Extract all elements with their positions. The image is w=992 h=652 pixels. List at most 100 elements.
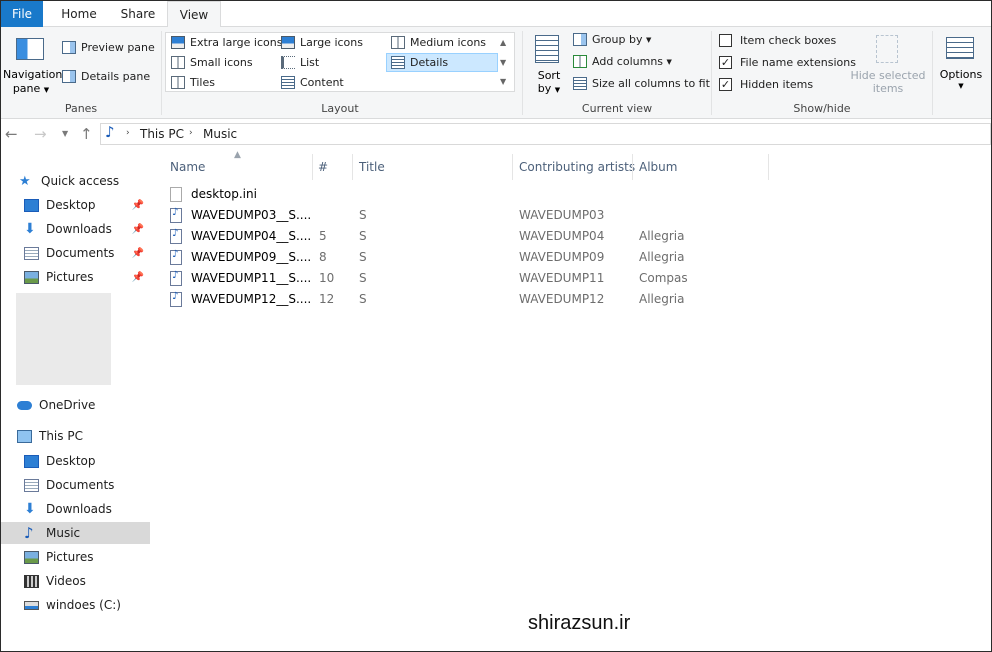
sort-by-label-2: by — [537, 82, 552, 95]
file-artist: WAVEDUMP12 — [519, 292, 605, 306]
sidebar-item-pc-pictures[interactable]: Pictures — [1, 546, 150, 568]
column-header-name[interactable]: Name — [170, 160, 205, 174]
hide-selected-items-button[interactable]: Hide selected items — [850, 33, 926, 95]
column-divider[interactable] — [512, 154, 513, 180]
medium-icons-option[interactable]: Medium icons — [391, 36, 486, 49]
small-icons-option[interactable]: Small icons — [171, 56, 253, 69]
sidebar-item-label: Documents — [46, 478, 115, 492]
back-arrow-icon[interactable]: ← — [5, 125, 18, 143]
content-option[interactable]: Content — [281, 76, 344, 89]
file-row[interactable]: WAVEDUMP12__S.... 12 S WAVEDUMP12 Allegr… — [170, 289, 770, 310]
sidebar-item-documents[interactable]: Documents 📌 — [1, 242, 150, 264]
sidebar-item-pc-drive-c[interactable]: windoes (C:) — [1, 594, 150, 616]
item-check-boxes-checkbox[interactable] — [719, 34, 732, 47]
desktop-icon — [24, 198, 39, 212]
layout-scroll-up-icon[interactable]: ▲ — [500, 38, 506, 47]
small-icons-label: Small icons — [190, 56, 253, 69]
tab-file[interactable]: File — [1, 1, 43, 27]
file-album: Allegria — [639, 229, 685, 243]
column-divider[interactable] — [632, 154, 633, 180]
file-row[interactable]: WAVEDUMP04__S.... 5 S WAVEDUMP04 Allegri… — [170, 226, 770, 247]
sidebar-item-pc-desktop[interactable]: Desktop — [1, 450, 150, 472]
file-row[interactable]: WAVEDUMP09__S.... 8 S WAVEDUMP09 Allegri… — [170, 247, 770, 268]
sidebar-item-onedrive[interactable]: OneDrive — [1, 394, 150, 416]
sidebar-item-downloads[interactable]: ⬇ Downloads 📌 — [1, 218, 150, 240]
add-columns-label: Add columns — [592, 55, 664, 68]
hide-selected-label-2: items — [872, 82, 904, 95]
sidebar-item-desktop[interactable]: Desktop 📌 — [1, 194, 150, 216]
file-name-extensions-toggle[interactable]: ✓ File name extensions — [719, 56, 856, 69]
hidden-items-checkbox[interactable]: ✓ — [719, 78, 732, 91]
navigation-pane: ★ Quick access Desktop 📌 ⬇ Downloads 📌 Docum… — [1, 148, 151, 651]
file-name-extensions-checkbox[interactable]: ✓ — [719, 56, 732, 69]
add-columns-button[interactable]: Add columns ▼ — [573, 55, 672, 68]
documents-icon — [24, 246, 39, 260]
layout-scroll-down-icon[interactable]: ▼ — [500, 58, 506, 67]
file-name: desktop.ini — [191, 187, 257, 201]
group-by-button[interactable]: Group by ▼ — [573, 33, 651, 46]
large-icons-option[interactable]: Large icons — [281, 36, 363, 49]
chevron-down-icon: ▼ — [666, 57, 672, 66]
file-row[interactable]: WAVEDUMP03__S.... S WAVEDUMP03 — [170, 205, 770, 226]
sidebar-item-pc-music[interactable]: ♪ Music — [1, 522, 150, 544]
file-title: S — [359, 208, 367, 222]
file-row[interactable]: WAVEDUMP11__S.... 10 S WAVEDUMP11 Compas — [170, 268, 770, 289]
column-divider[interactable] — [768, 154, 769, 180]
column-header-contributing-artists[interactable]: Contributing artists — [519, 160, 635, 174]
column-header-title[interactable]: Title — [359, 160, 385, 174]
pin-icon: 📌 — [131, 199, 144, 211]
options-button[interactable]: Options ▼ — [935, 33, 987, 95]
breadcrumb-music[interactable]: Music — [203, 127, 237, 141]
sidebar-item-label: Downloads — [46, 502, 112, 516]
sort-by-button[interactable]: Sort by ▼ — [531, 33, 567, 95]
details-label: Details — [410, 56, 449, 69]
column-divider[interactable] — [352, 154, 353, 180]
list-option[interactable]: List — [281, 56, 319, 69]
layout-group-label: Layout — [321, 102, 359, 115]
tiles-label: Tiles — [190, 76, 215, 89]
hidden-items-label: Hidden items — [740, 78, 814, 91]
file-row[interactable]: desktop.ini — [170, 184, 770, 205]
file-artist: WAVEDUMP09 — [519, 250, 605, 264]
layout-more-icon[interactable]: ▼ — [500, 77, 506, 86]
sidebar-item-pc-documents[interactable]: Documents — [1, 474, 150, 496]
tab-share[interactable]: Share — [109, 1, 167, 27]
sidebar-item-this-pc[interactable]: This PC — [1, 425, 150, 447]
tab-view[interactable]: View — [167, 1, 221, 28]
file-number: 10 — [319, 271, 335, 285]
sidebar-item-pictures[interactable]: Pictures 📌 — [1, 266, 150, 288]
column-header-album[interactable]: Album — [639, 160, 677, 174]
file-artist: WAVEDUMP11 — [519, 271, 605, 285]
large-icons-icon — [281, 36, 295, 49]
sidebar-item-pc-downloads[interactable]: ⬇ Downloads — [1, 498, 150, 520]
address-box[interactable]: ♪ › This PC › Music — [100, 123, 991, 145]
videos-icon — [24, 574, 39, 588]
up-arrow-icon[interactable]: ↑ — [80, 125, 93, 143]
extra-large-icons-label: Extra large icons — [190, 36, 283, 49]
music-note-icon: ♪ — [24, 523, 34, 542]
group-by-icon — [573, 33, 587, 46]
file-artist: WAVEDUMP03 — [519, 208, 605, 222]
column-divider[interactable] — [312, 154, 313, 180]
recent-locations-chevron-icon[interactable]: ▼ — [62, 129, 68, 138]
options-label: Options — [939, 68, 983, 81]
column-header-number[interactable]: # — [318, 160, 328, 174]
extra-large-icons-option[interactable]: Extra large icons — [171, 36, 282, 49]
divider — [932, 31, 933, 115]
item-check-boxes-toggle[interactable]: Item check boxes — [719, 34, 836, 47]
sidebar-item-quick-access[interactable]: ★ Quick access — [1, 170, 150, 192]
sidebar-item-pc-videos[interactable]: Videos — [1, 570, 150, 592]
forward-arrow-icon[interactable]: → — [34, 125, 47, 143]
details-option[interactable]: Details — [391, 56, 448, 69]
tab-home[interactable]: Home — [49, 1, 109, 27]
size-all-columns-button[interactable]: Size all columns to fit — [573, 77, 710, 90]
file-title: S — [359, 292, 367, 306]
hidden-items-toggle[interactable]: ✓ Hidden items — [719, 78, 813, 91]
list-label: List — [300, 56, 320, 69]
watermark-text: shirazsun.ir — [528, 612, 631, 634]
blank-thumbnail — [16, 293, 111, 385]
breadcrumb-this-pc[interactable]: This PC — [140, 127, 184, 141]
list-icon — [281, 56, 295, 69]
tiles-option[interactable]: Tiles — [171, 76, 215, 89]
extra-large-icons-icon — [171, 36, 185, 49]
